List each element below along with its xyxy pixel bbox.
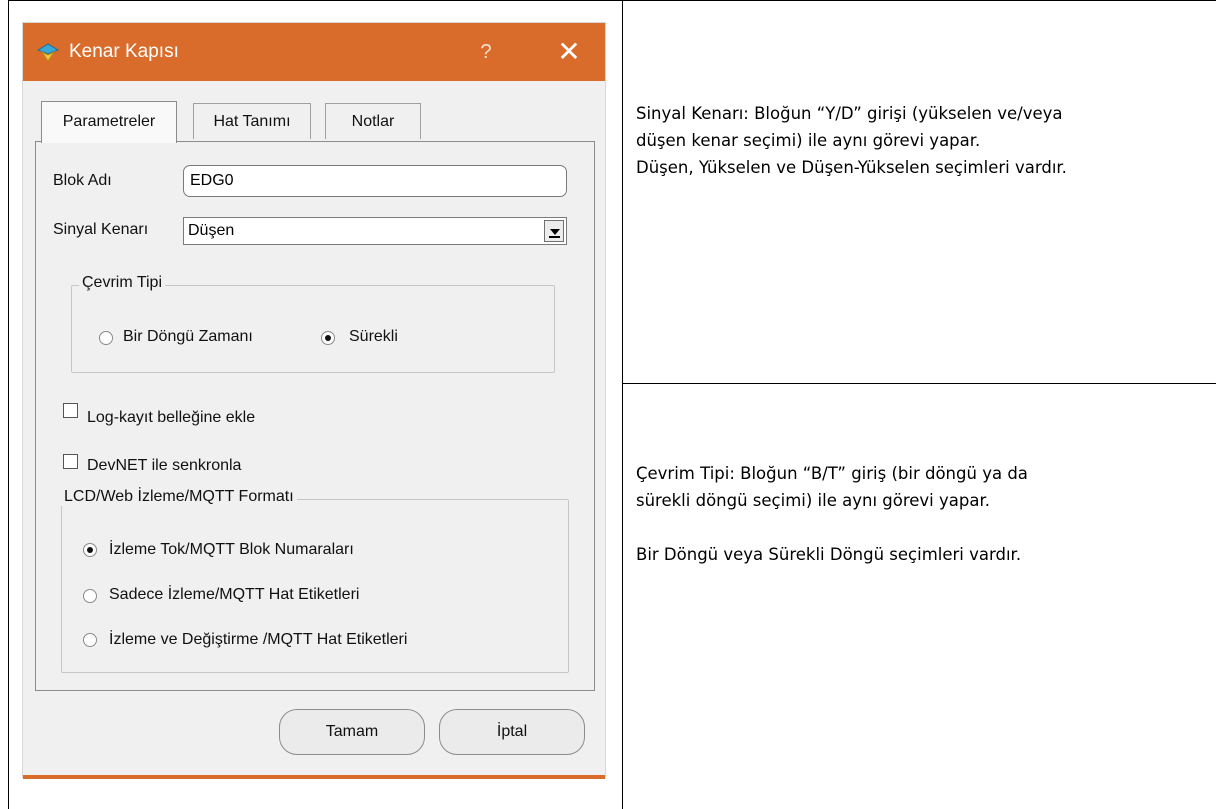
help-button[interactable]: ? bbox=[471, 37, 501, 67]
notes-top-line: Sinyal Kenarı: Bloğun “Y/D” girişi (yüks… bbox=[636, 104, 1063, 123]
signal-edge-select[interactable]: Düşen bbox=[183, 217, 567, 245]
signal-edge-label: Sinyal Kenarı bbox=[53, 221, 149, 238]
checkbox-devnet-label: DevNET ile senkronla bbox=[87, 457, 242, 474]
format-group-title: LCD/Web İzleme/MQTT Formatı bbox=[61, 488, 297, 506]
block-name-label: Blok Adı bbox=[53, 172, 112, 189]
radio-surekli[interactable] bbox=[321, 331, 335, 345]
cancel-button[interactable]: İptal bbox=[439, 709, 585, 755]
radio-sadece-izleme[interactable] bbox=[83, 589, 97, 603]
radio-blok-numaralari[interactable] bbox=[83, 543, 97, 557]
radio-izleme-degistirme-label: İzleme ve Değiştirme /MQTT Hat Etiketler… bbox=[109, 631, 408, 648]
radio-sadece-izleme-label: Sadece İzleme/MQTT Hat Etiketleri bbox=[109, 586, 360, 603]
radio-bir-dongu[interactable] bbox=[99, 331, 113, 345]
cycle-type-title: Çevrim Tipi bbox=[79, 274, 166, 292]
table-border-left bbox=[8, 0, 9, 809]
checkbox-devnet[interactable] bbox=[63, 454, 78, 469]
notes-top-line: Düşen, Yükselen ve Düşen-Yükselen seçiml… bbox=[636, 158, 1067, 177]
ok-button[interactable]: Tamam bbox=[279, 709, 425, 755]
notes-top: Sinyal Kenarı: Bloğun “Y/D” girişi (yüks… bbox=[636, 100, 1067, 181]
notes-top-line: düşen kenar seçimi) ile aynı görevi yapa… bbox=[636, 131, 981, 150]
notes-bottom-line: Çevrim Tipi: Bloğun “B/T” giriş (bir dön… bbox=[636, 464, 1028, 483]
dropdown-arrow-icon[interactable] bbox=[544, 220, 564, 242]
radio-surekli-label: Sürekli bbox=[349, 328, 398, 345]
tab-notlar[interactable]: Notlar bbox=[325, 103, 421, 139]
table-divider-vertical bbox=[622, 0, 623, 809]
dialog-titlebar[interactable]: Kenar Kapısı ? ✕ bbox=[23, 23, 605, 81]
block-name-input[interactable]: EDG0 bbox=[183, 165, 567, 197]
app-icon bbox=[37, 43, 59, 62]
tab-hat-tanimi[interactable]: Hat Tanımı bbox=[193, 103, 311, 139]
notes-bottom: Çevrim Tipi: Bloğun “B/T” giriş (bir dön… bbox=[636, 460, 1028, 568]
checkbox-log-kayit[interactable] bbox=[63, 403, 78, 418]
dialog-bottom-accent bbox=[23, 775, 605, 779]
table-divider-horizontal bbox=[622, 383, 1216, 384]
dialog-title: Kenar Kapısı bbox=[69, 41, 179, 62]
radio-bir-dongu-label: Bir Döngü Zamanı bbox=[123, 328, 253, 345]
notes-bottom-line: Bir Döngü veya Sürekli Döngü seçimleri v… bbox=[636, 545, 1022, 564]
kenar-kapisi-dialog: Kenar Kapısı ? ✕ Parametreler Hat Tanımı… bbox=[22, 22, 606, 779]
close-button[interactable]: ✕ bbox=[551, 35, 587, 69]
table-border-top bbox=[8, 0, 1216, 1]
signal-edge-value: Düşen bbox=[188, 222, 235, 239]
radio-izleme-degistirme[interactable] bbox=[83, 633, 97, 647]
checkbox-log-kayit-label: Log-kayıt belleğine ekle bbox=[87, 409, 256, 426]
tab-parametreler[interactable]: Parametreler bbox=[41, 101, 177, 143]
notes-bottom-line: sürekli döngü seçimi) ile aynı görevi ya… bbox=[636, 491, 990, 510]
radio-blok-numaralari-label: İzleme Tok/MQTT Blok Numaraları bbox=[109, 541, 354, 558]
